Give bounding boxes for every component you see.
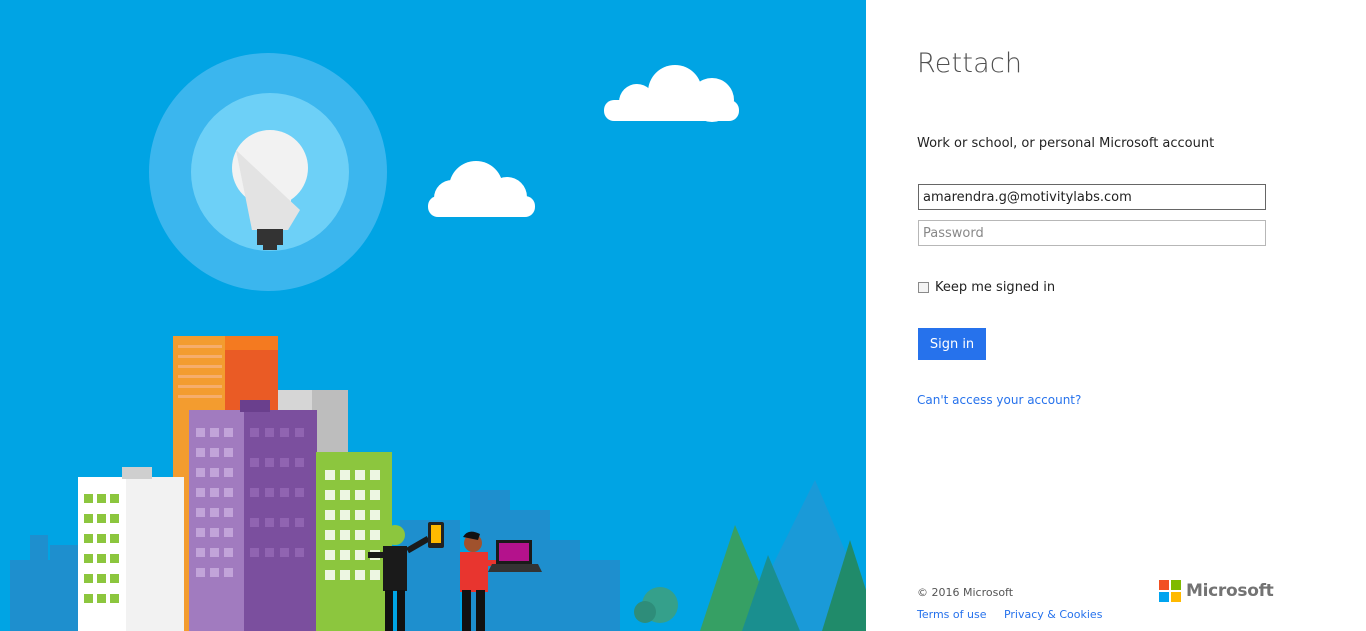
privacy-cookies-link[interactable]: Privacy & Cookies (1004, 608, 1102, 621)
login-panel: Rettach Work or school, or personal Micr… (866, 0, 1366, 631)
keep-signed-in-label: Keep me signed in (935, 280, 1056, 295)
microsoft-brand-label: Microsoft (1186, 581, 1274, 601)
microsoft-logo-icon (1159, 580, 1181, 602)
cant-access-account-link[interactable]: Can't access your account? (917, 393, 1081, 407)
keep-signed-in-checkbox[interactable] (918, 282, 929, 293)
sign-in-button[interactable]: Sign in (918, 328, 986, 360)
city-skyline (78, 336, 392, 631)
microsoft-logo: Microsoft (1159, 580, 1274, 602)
terms-of-use-link[interactable]: Terms of use (917, 608, 986, 621)
lightbulb-icon (149, 53, 387, 291)
copyright: © 2016 Microsoft (917, 586, 1014, 599)
footer-links: Terms of use Privacy & Cookies (917, 608, 1116, 621)
hero-illustration (0, 0, 866, 631)
account-label: Work or school, or personal Microsoft ac… (917, 136, 1215, 151)
password-field[interactable] (918, 220, 1266, 246)
keep-signed-in[interactable]: Keep me signed in (918, 280, 1055, 295)
hero-illustration-svg (10, 53, 866, 631)
page-title: Rettach (917, 48, 1023, 79)
cloud-icon (428, 161, 535, 217)
email-field[interactable] (918, 184, 1266, 210)
cloud-icon (604, 65, 739, 122)
